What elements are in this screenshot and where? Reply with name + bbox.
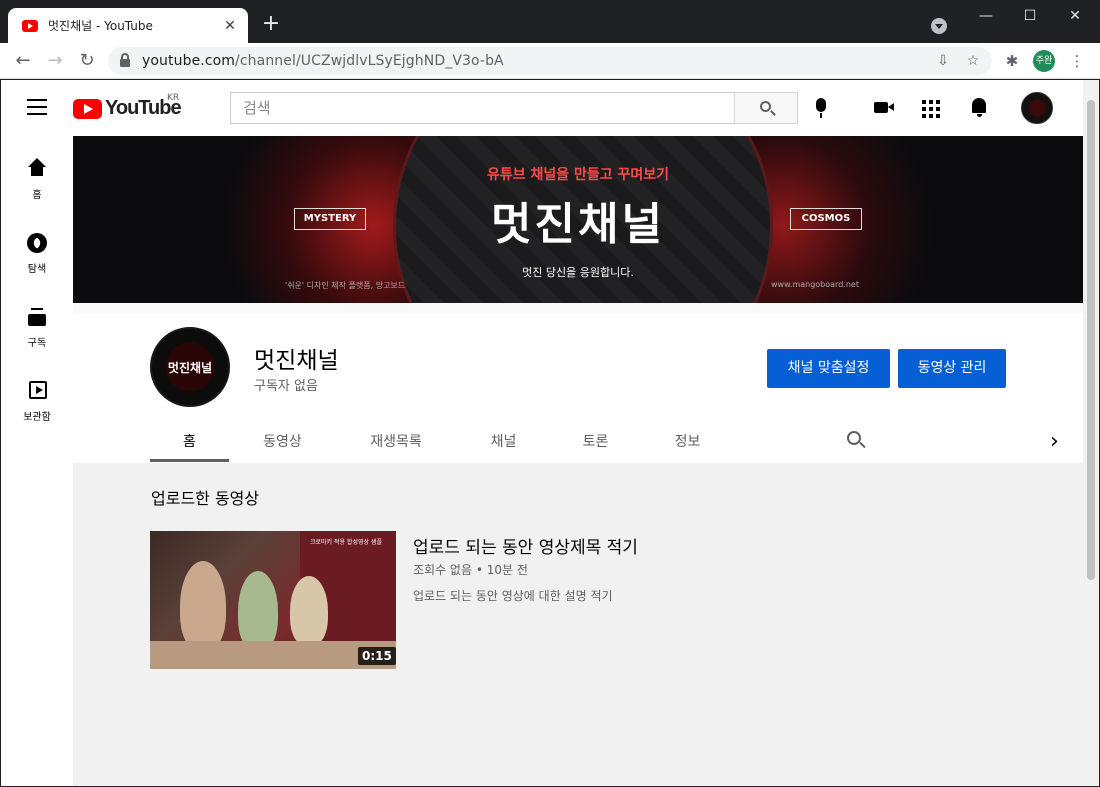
- video-duration: 0:15: [358, 647, 396, 665]
- channel-header: 멋진채널 멋진채널 구독자 없음 채널 맞춤설정 동영상 관리 홈 동영상 재생…: [73, 313, 1083, 463]
- browser-toolbar: ← → ↻ youtube.com/channel/UCZwjdlvLSyEjg…: [0, 43, 1100, 79]
- chevron-right-icon[interactable]: ›: [1050, 429, 1059, 454]
- banner-credit-left: '쉬운' 디자인 제작 플랫폼, 망고보드: [285, 281, 406, 290]
- manage-videos-button[interactable]: 동영상 관리: [898, 349, 1006, 388]
- youtube-logo[interactable]: YouTube: [73, 97, 182, 120]
- guide-item-label: 보관함: [23, 412, 51, 423]
- lock-icon[interactable]: [120, 53, 130, 67]
- youtube-logo-icon: [73, 98, 102, 119]
- apps-grid-icon[interactable]: [922, 100, 940, 118]
- channel-banner: 유튜브 채널을 만들고 꾸며보기 멋진채널 멋진 당신을 응원합니다. MYST…: [73, 136, 1083, 303]
- minimize-button[interactable]: —: [969, 4, 1003, 28]
- scrollbar-thumb[interactable]: [1087, 100, 1095, 580]
- guide-item-library[interactable]: 보관함: [1, 380, 73, 454]
- tab-discussion[interactable]: 토론: [556, 431, 635, 451]
- guide-item-label: 구독: [27, 338, 47, 349]
- channel-name: 멋진채널: [254, 348, 339, 374]
- banner-right-box: COSMOS: [790, 208, 862, 230]
- profile-avatar[interactable]: 주완: [1033, 50, 1055, 72]
- guide-item-subscriptions[interactable]: 구독: [1, 306, 73, 380]
- notifications-bell-icon[interactable]: [972, 98, 986, 117]
- youtube-favicon-icon: [22, 19, 38, 32]
- subscriptions-icon: [28, 308, 46, 326]
- channel-avatar-text: 멋진채널: [167, 361, 213, 375]
- search-icon: [760, 101, 771, 112]
- channel-search-icon[interactable]: [847, 431, 861, 445]
- new-tab-button[interactable]: +: [258, 12, 284, 36]
- bookmark-star-icon[interactable]: ☆: [964, 52, 982, 70]
- guide-item-label: 홈: [32, 190, 42, 201]
- video-description: 업로드 되는 동안 영상에 대한 설명 적기: [413, 589, 613, 603]
- microphone-icon[interactable]: [816, 98, 826, 118]
- video-title[interactable]: 업로드 되는 동안 영상제목 적기: [413, 533, 638, 558]
- tab-search-icon[interactable]: [931, 18, 947, 34]
- banner-credit-right: www.mangoboard.net: [771, 280, 859, 289]
- browser-menu-icon[interactable]: ⋮: [1066, 50, 1088, 72]
- search-button[interactable]: [734, 92, 798, 124]
- tab-home[interactable]: 홈: [150, 431, 229, 451]
- extensions-icon[interactable]: ✱: [1001, 50, 1023, 72]
- home-icon: [28, 158, 46, 176]
- explore-icon: [27, 233, 47, 253]
- thumbnail-caption: 크로마키 적용 합성영상 샘플: [310, 539, 382, 546]
- address-bar[interactable]: youtube.com/channel/UCZwjdlvLSyEjghND_V3…: [108, 47, 992, 75]
- guide-item-explore[interactable]: 탐색: [1, 232, 73, 306]
- banner-title: 멋진채널: [491, 199, 665, 250]
- video-meta: 조회수 없음 • 10분 전: [413, 563, 528, 577]
- video-thumbnail[interactable]: 크로마키 적용 합성영상 샘플 0:15: [150, 531, 396, 669]
- active-tab-underline: [150, 459, 229, 462]
- window-close-button[interactable]: ✕: [1058, 4, 1092, 28]
- shelf-title: 업로드한 동영상: [151, 489, 260, 508]
- library-icon: [29, 381, 47, 399]
- subscriber-count: 구독자 없음: [254, 379, 318, 394]
- create-video-icon[interactable]: [874, 102, 894, 113]
- banner-tagline: 멋진 당신을 응원합니다.: [522, 266, 634, 279]
- guide-item-label: 탐색: [27, 264, 47, 275]
- maximize-button[interactable]: ☐: [1013, 4, 1047, 28]
- tab-about[interactable]: 정보: [648, 431, 727, 451]
- guide-sidebar: 홈 탐색 구독 보관함: [1, 136, 73, 786]
- customize-channel-button[interactable]: 채널 맞춤설정: [767, 349, 890, 388]
- country-code: KR: [167, 93, 180, 103]
- search-input[interactable]: 검색: [230, 92, 734, 124]
- browser-tab[interactable]: 멋진채널 - YouTube ✕: [8, 8, 248, 43]
- channel-avatar: 멋진채널: [150, 327, 230, 407]
- account-avatar[interactable]: [1021, 92, 1053, 124]
- page-scrollbar[interactable]: [1083, 80, 1099, 786]
- banner-subtitle: 유튜브 채널을 만들고 꾸며보기: [486, 167, 670, 183]
- reload-button[interactable]: ↻: [74, 48, 100, 74]
- tab-playlists[interactable]: 재생목록: [340, 431, 452, 451]
- hamburger-menu-icon[interactable]: [27, 99, 47, 115]
- tab-channels[interactable]: 채널: [464, 431, 543, 451]
- back-button[interactable]: ←: [10, 48, 36, 74]
- tab-videos[interactable]: 동영상: [243, 431, 322, 451]
- tab-title: 멋진채널 - YouTube: [48, 19, 153, 33]
- banner-left-box: MYSTERY: [294, 208, 366, 230]
- masthead: YouTube KR 검색: [1, 80, 1099, 136]
- channel-content: 업로드한 동영상 크로마키 적용 합성영상 샘플 0:15 업로드 되는 동안 …: [73, 463, 1083, 786]
- url-text[interactable]: youtube.com/channel/UCZwjdlvLSyEjghND_V3…: [142, 53, 504, 69]
- install-icon[interactable]: ⇩: [934, 52, 952, 70]
- youtube-page: YouTube KR 검색 홈 탐색 구독 보관함 유튜브 채널을 만들고 꾸며…: [1, 80, 1099, 786]
- forward-button[interactable]: →: [42, 48, 68, 74]
- tab-close-icon[interactable]: ✕: [220, 18, 240, 34]
- browser-titlebar: 멋진채널 - YouTube ✕ + — ☐ ✕: [0, 0, 1100, 43]
- guide-item-home[interactable]: 홈: [1, 158, 73, 232]
